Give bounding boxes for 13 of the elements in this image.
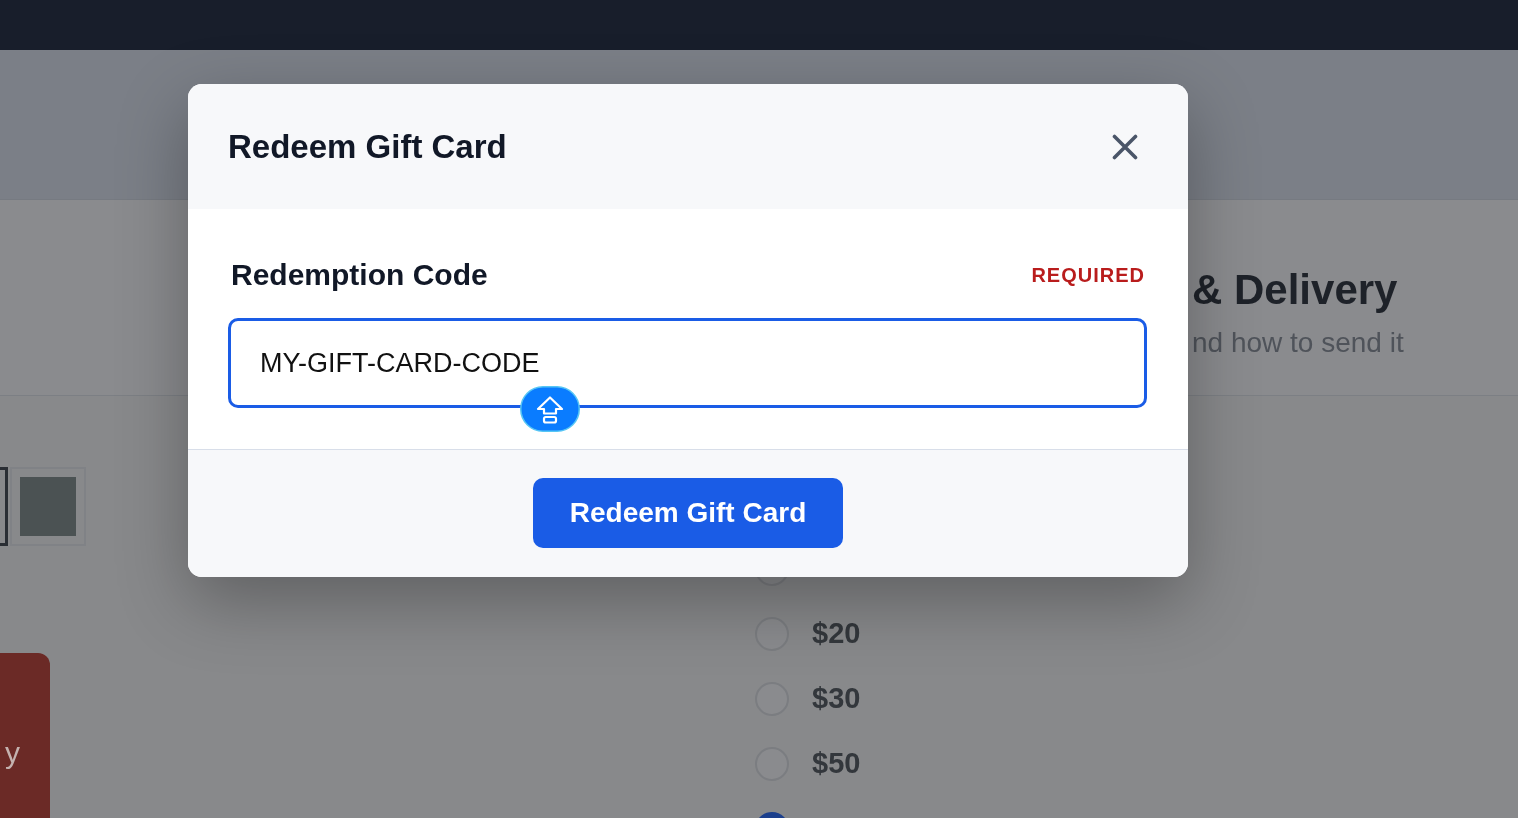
section-heading: & Delivery	[1192, 265, 1399, 315]
option-label: $50	[812, 747, 861, 780]
section-subtitle: nd how to send it	[1192, 326, 1405, 360]
action-button[interactable]: y	[0, 653, 50, 818]
redeem-button[interactable]: Redeem Gift Card	[533, 478, 843, 548]
code-input[interactable]: MY-GIFT-CARD-CODE	[228, 318, 1147, 408]
field-label: Redemption Code	[231, 258, 488, 292]
close-icon	[1112, 133, 1138, 160]
option-label: $20	[812, 617, 861, 650]
dialog-title: Redeem Gift Card	[228, 126, 507, 167]
required-label: REQUIRED	[1031, 263, 1145, 287]
option-label: $30	[812, 682, 861, 715]
color-swatch[interactable]	[10, 467, 86, 546]
